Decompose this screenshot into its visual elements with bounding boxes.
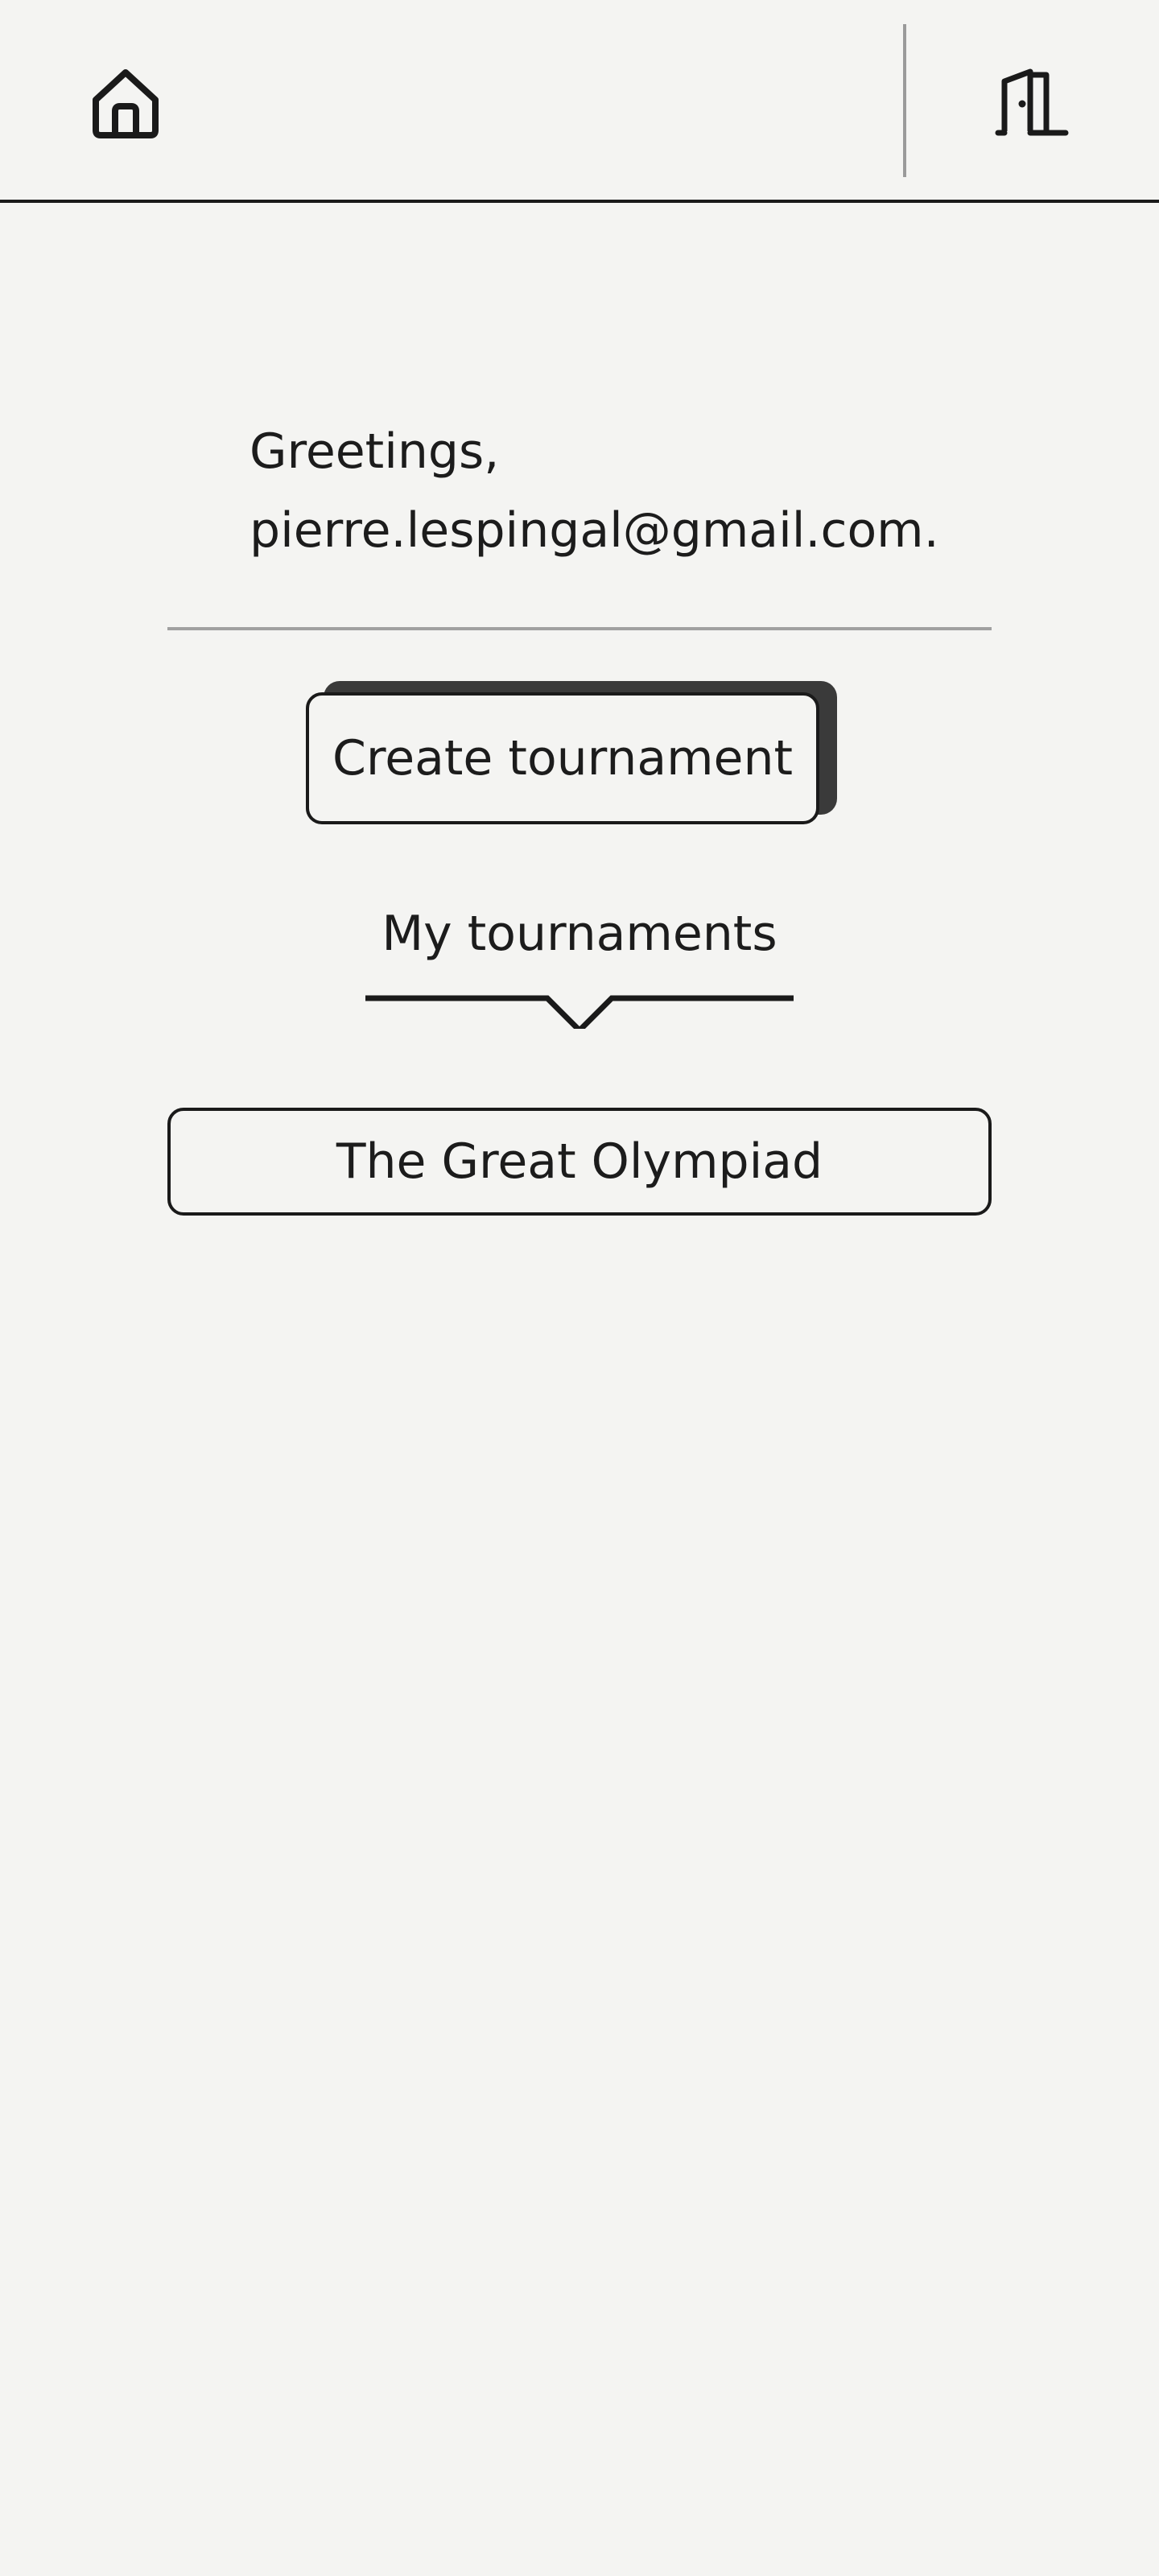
greeting-salutation: Greetings, [250, 423, 500, 480]
top-bar [0, 0, 1159, 203]
logout-button[interactable] [984, 55, 1080, 151]
tournament-item[interactable]: The Great Olympiad [167, 1108, 992, 1216]
greeting-divider [167, 627, 992, 630]
create-tournament-button[interactable]: Create tournament [306, 692, 819, 824]
greeting-text: Greetings, pierre.lespingal@gmail.com. [250, 412, 1006, 570]
home-button[interactable] [77, 55, 174, 151]
tournament-list: The Great Olympiad [167, 1108, 992, 1216]
home-icon [93, 69, 159, 138]
user-email: pierre.lespingal@gmail.com. [250, 502, 939, 559]
header-divider [903, 24, 906, 177]
door-exit-icon [995, 68, 1069, 136]
chevron-down-icon [365, 995, 794, 1029]
my-tournaments-toggle[interactable]: My tournaments [364, 894, 795, 1038]
create-tournament-wrapper: Create tournament [306, 681, 839, 826]
section-title: My tournaments [382, 906, 777, 962]
